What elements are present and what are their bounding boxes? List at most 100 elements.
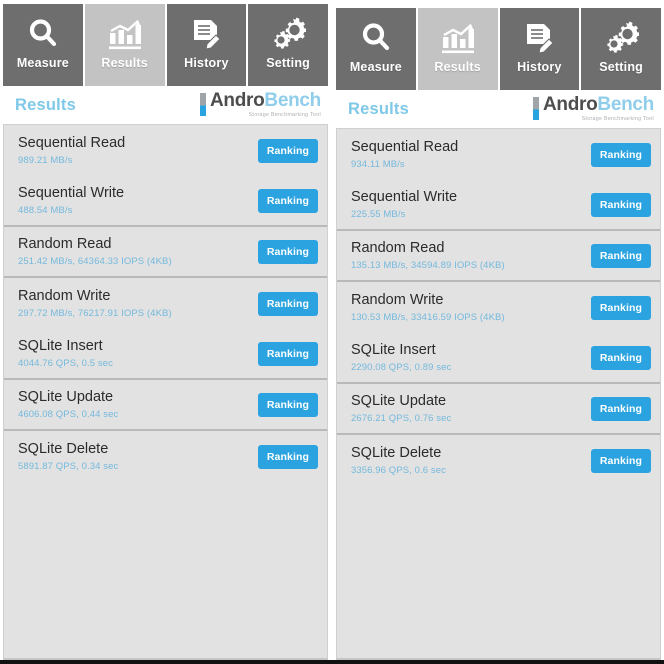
ranking-button[interactable]: Ranking xyxy=(590,448,651,473)
result-row-title: Sequential Write xyxy=(18,185,125,202)
tab-results[interactable]: Results xyxy=(417,8,500,90)
result-row-texts: SQLite Insert 2290.08 QPS, 0.89 sec xyxy=(351,342,451,373)
result-row: Sequential Read 934.11 MB/s Ranking xyxy=(337,129,660,180)
ranking-button[interactable]: Ranking xyxy=(590,396,651,421)
ranking-button[interactable]: Ranking xyxy=(590,295,651,320)
result-row-value: 130.53 MB/s, 33416.59 IOPS (4KB) xyxy=(351,311,505,323)
result-list-left[interactable]: Sequential Read 989.21 MB/s Ranking Sequent… xyxy=(3,124,328,660)
tab-setting[interactable]: Setting xyxy=(581,8,661,90)
ranking-button[interactable]: Ranking xyxy=(590,142,651,167)
result-list-right[interactable]: Sequential Read 934.11 MB/s Ranking Sequent… xyxy=(336,128,661,660)
tab-history-label: History xyxy=(517,60,562,74)
result-row-texts: Sequential Write 488.54 MB/s xyxy=(18,185,124,216)
ranking-button[interactable]: Ranking xyxy=(257,138,318,163)
result-row-title: SQLite Insert xyxy=(351,342,436,359)
ranking-button[interactable]: Ranking xyxy=(257,444,318,469)
result-row-texts: Sequential Read 989.21 MB/s xyxy=(18,135,125,166)
result-row: Random Write 130.53 MB/s, 33416.59 IOPS (… xyxy=(337,282,660,333)
brand-name: AndroBench xyxy=(543,94,654,115)
ranking-button[interactable]: Ranking xyxy=(590,243,651,268)
result-row-value: 934.11 MB/s xyxy=(351,158,405,170)
result-row-texts: Random Write 297.72 MB/s, 76217.91 IOPS (… xyxy=(18,288,172,319)
brand-name-bench: Bench xyxy=(597,94,654,116)
panel-header-right: Results AndroBench Storage Benchmarking … xyxy=(336,90,661,128)
result-row-value: 488.54 MB/s xyxy=(18,204,73,216)
result-row: Random Write 297.72 MB/s, 76217.91 IOPS (… xyxy=(4,278,327,329)
brand-tagline: Storage Benchmarking Tool xyxy=(248,112,321,119)
bar-chart-icon xyxy=(440,17,476,59)
app-screenshot: Measure Results History Setting Results … xyxy=(0,0,664,664)
result-row-title: SQLite Delete xyxy=(351,445,442,462)
result-row-texts: Random Write 130.53 MB/s, 33416.59 IOPS (… xyxy=(351,292,505,323)
ranking-button[interactable]: Ranking xyxy=(257,341,318,366)
result-row: Random Read 251.42 MB/s, 64364.33 IOPS (4… xyxy=(4,227,327,278)
result-row-title: SQLite Insert xyxy=(18,338,103,355)
ranking-button[interactable]: Ranking xyxy=(257,291,318,316)
right-result-panel: Measure Results History Setting Results … xyxy=(336,4,661,660)
tab-setting-label: Setting xyxy=(266,56,310,70)
result-row: SQLite Insert 2290.08 QPS, 0.89 sec Rankin… xyxy=(337,333,660,384)
logo-bar-icon xyxy=(199,93,206,117)
brand-tagline: Storage Benchmarking Tool xyxy=(581,116,654,123)
ranking-button[interactable]: Ranking xyxy=(257,239,318,264)
result-row-value: 225.55 MB/s xyxy=(351,208,406,220)
tab-history[interactable]: History xyxy=(499,8,582,90)
tab-measure[interactable]: Measure xyxy=(3,4,85,86)
magnifier-icon xyxy=(359,17,393,59)
result-row-texts: Random Read 251.42 MB/s, 64364.33 IOPS (4… xyxy=(18,236,172,267)
ranking-button[interactable]: Ranking xyxy=(590,345,651,370)
result-row-value: 251.42 MB/s, 64364.33 IOPS (4KB) xyxy=(18,255,172,267)
brand-name-andro: Andro xyxy=(209,90,265,112)
result-row: Sequential Read 989.21 MB/s Ranking xyxy=(4,125,327,176)
result-row-title: SQLite Update xyxy=(351,393,447,410)
result-row-value: 5891.87 QPS, 0.34 sec xyxy=(18,460,119,472)
tab-measure-label: Measure xyxy=(16,56,69,70)
result-row-title: Random Write xyxy=(18,288,111,305)
result-row-title: Random Write xyxy=(351,292,444,309)
result-row: SQLite Delete 5891.87 QPS, 0.34 sec Rankin… xyxy=(4,431,327,482)
tab-measure[interactable]: Measure xyxy=(336,8,418,90)
brand-name-andro: Andro xyxy=(542,94,598,116)
tab-setting-label: Setting xyxy=(599,60,643,74)
document-pencil-icon xyxy=(189,13,223,55)
brand-name-bench: Bench xyxy=(264,90,321,112)
result-row-texts: SQLite Update 4606.08 QPS, 0.44 sec xyxy=(18,389,118,420)
androbench-logo: AndroBench Storage Benchmarking Tool xyxy=(199,90,321,119)
page-title: Results xyxy=(15,95,77,114)
ranking-button[interactable]: Ranking xyxy=(257,392,318,417)
tab-history[interactable]: History xyxy=(166,4,249,86)
result-row-value: 989.21 MB/s xyxy=(18,154,73,166)
tab-results-label: Results xyxy=(101,56,148,70)
gears-icon xyxy=(603,17,640,59)
result-row-value: 3356.96 QPS, 0.6 sec xyxy=(351,464,446,476)
result-row: Sequential Write 225.55 MB/s Ranking xyxy=(337,180,660,231)
result-row: SQLite Insert 4044.76 QPS, 0.5 sec Ranking xyxy=(4,329,327,380)
result-row-title: SQLite Update xyxy=(18,389,114,406)
result-row-texts: Random Read 135.13 MB/s, 34594.89 IOPS (4… xyxy=(351,240,505,271)
tab-results[interactable]: Results xyxy=(84,4,167,86)
result-row-texts: SQLite Insert 4044.76 QPS, 0.5 sec xyxy=(18,338,113,369)
result-row-value: 4606.08 QPS, 0.44 sec xyxy=(18,408,119,420)
result-row-value: 4044.76 QPS, 0.5 sec xyxy=(18,357,113,369)
document-pencil-icon xyxy=(522,17,556,59)
ranking-button[interactable]: Ranking xyxy=(257,188,318,213)
result-row-title: Sequential Write xyxy=(351,189,458,206)
result-row-title: Sequential Read xyxy=(351,139,459,156)
result-row: SQLite Delete 3356.96 QPS, 0.6 sec Ranking xyxy=(337,435,660,486)
result-row: SQLite Update 4606.08 QPS, 0.44 sec Rankin… xyxy=(4,380,327,431)
result-row-texts: SQLite Delete 3356.96 QPS, 0.6 sec xyxy=(351,445,446,476)
result-row-title: Random Read xyxy=(18,236,112,253)
tab-setting[interactable]: Setting xyxy=(248,4,328,86)
panel-header-left: Results AndroBench Storage Benchmarking … xyxy=(3,86,328,124)
result-row-value: 135.13 MB/s, 34594.89 IOPS (4KB) xyxy=(351,259,505,271)
androbench-logo: AndroBench Storage Benchmarking Tool xyxy=(532,94,654,123)
bar-chart-icon xyxy=(107,13,143,55)
result-row: Random Read 135.13 MB/s, 34594.89 IOPS (4… xyxy=(337,231,660,282)
tab-measure-label: Measure xyxy=(349,60,402,74)
left-result-panel: Measure Results History Setting Results … xyxy=(3,4,328,660)
result-row: Sequential Write 488.54 MB/s Ranking xyxy=(4,176,327,227)
gears-icon xyxy=(270,13,307,55)
ranking-button[interactable]: Ranking xyxy=(590,192,651,217)
result-row-texts: Sequential Read 934.11 MB/s xyxy=(351,139,458,170)
result-row-value: 297.72 MB/s, 76217.91 IOPS (4KB) xyxy=(18,307,172,319)
